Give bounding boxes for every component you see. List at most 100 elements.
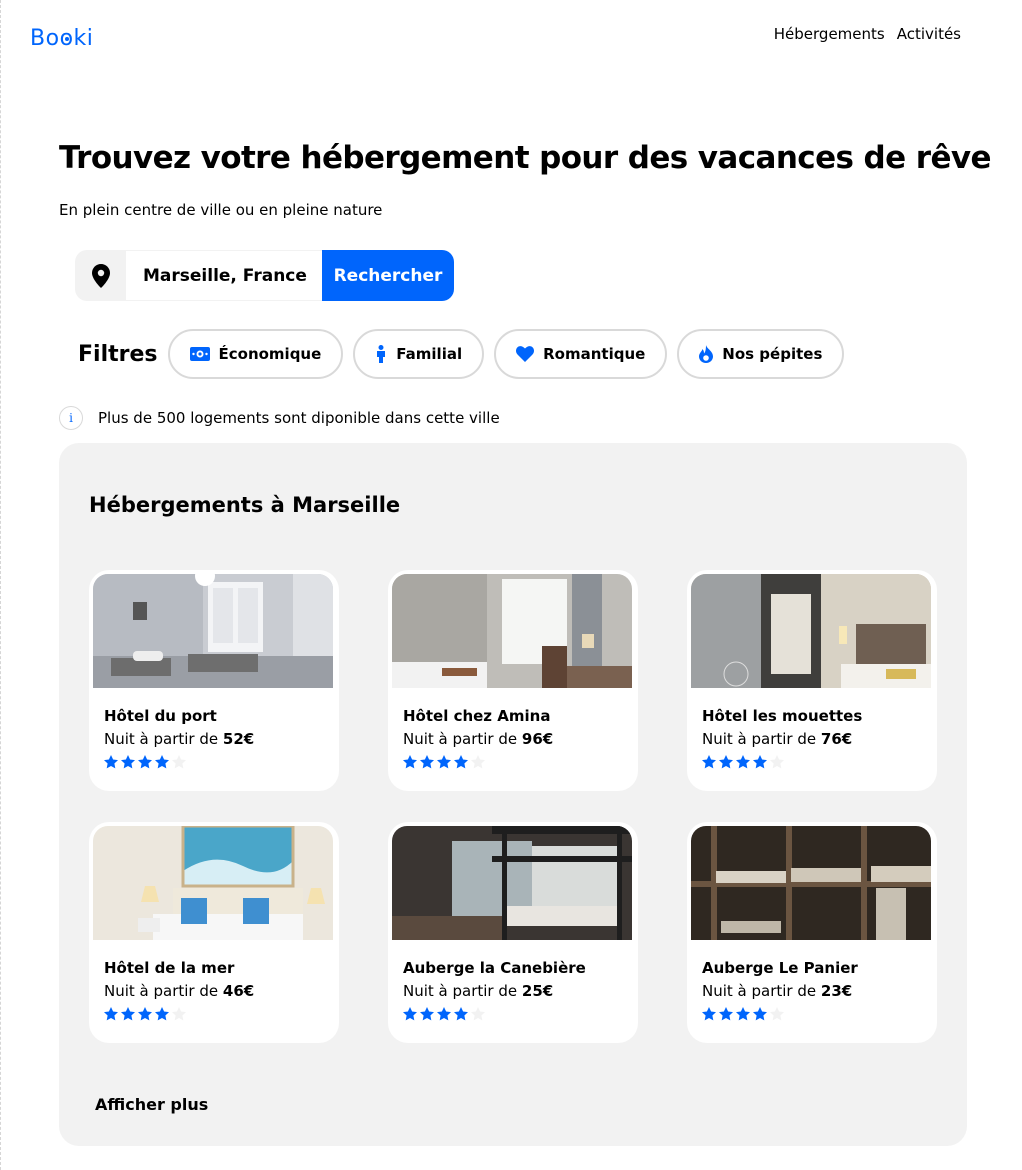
price-prefix: Nuit à partir de (702, 982, 821, 1000)
star-filled-icon (753, 1007, 767, 1021)
listing-card-name: Auberge la Canebière (403, 959, 586, 977)
nav-link-activites[interactable]: Activités (897, 25, 961, 43)
listing-section: Hébergements à Marseille Hôtel du port N… (59, 443, 967, 1146)
price-value: 52€ (222, 730, 255, 748)
price-prefix: Nuit à partir de (403, 982, 522, 1000)
star-empty-icon (172, 1007, 186, 1021)
listing-card[interactable]: Auberge la Canebière Nuit à partir de 25… (388, 822, 638, 1043)
nav-link-hebergements[interactable]: Hébergements (774, 25, 885, 43)
listing-photo (691, 826, 931, 940)
star-filled-icon (403, 1007, 417, 1021)
person-icon (377, 345, 386, 363)
star-empty-icon (770, 755, 784, 769)
site-header: Booki Hébergements Activités (0, 0, 1022, 80)
info-icon: i (59, 406, 83, 430)
star-filled-icon (121, 755, 135, 769)
page-subtitle: En plein centre de ville ou en pleine na… (59, 201, 383, 219)
star-filled-icon (420, 1007, 434, 1021)
rating-stars (104, 1007, 186, 1021)
listing-card-price: Nuit à partir de 52€ (104, 730, 254, 748)
star-filled-icon (420, 755, 434, 769)
price-prefix: Nuit à partir de (104, 982, 223, 1000)
page-edge (0, 0, 1, 1170)
info-banner: i Plus de 500 logements sont diponible d… (59, 406, 500, 430)
listing-photo (392, 574, 632, 688)
listing-title: Hébergements à Marseille (89, 493, 401, 517)
star-filled-icon (702, 1007, 716, 1021)
info-text: Plus de 500 logements sont diponible dan… (98, 409, 500, 427)
heart-icon (516, 346, 535, 362)
price-value: 96€ (521, 730, 554, 748)
listing-card-name: Hôtel les mouettes (702, 707, 863, 725)
rating-stars (403, 755, 485, 769)
listing-card-name: Hôtel de la mer (104, 959, 235, 977)
star-filled-icon (104, 755, 118, 769)
listing-card[interactable]: Hôtel du port Nuit à partir de 52€ (89, 570, 339, 791)
flame-icon (699, 345, 714, 363)
star-filled-icon (719, 1007, 733, 1021)
listing-card[interactable]: Hôtel de la mer Nuit à partir de 46€ (89, 822, 339, 1043)
filter-chip-label: Économique (218, 345, 322, 363)
filter-chip-nos-pepites[interactable]: Nos pépites (677, 329, 845, 379)
money-icon (189, 347, 210, 361)
star-filled-icon (719, 755, 733, 769)
show-more-button[interactable]: Afficher plus (95, 1095, 208, 1114)
search-input[interactable]: Marseille, France (126, 250, 322, 301)
star-filled-icon (138, 755, 152, 769)
star-filled-icon (121, 1007, 135, 1021)
listing-card-price: Nuit à partir de 76€ (702, 730, 852, 748)
filter-chip-label: Nos pépites (722, 345, 823, 363)
price-value: 46€ (222, 982, 255, 1000)
listing-card[interactable]: Hôtel les mouettes Nuit à partir de 76€ (687, 570, 937, 791)
listing-card-price: Nuit à partir de 25€ (403, 982, 553, 1000)
filter-chip-label: Romantique (543, 345, 646, 363)
booki-logo[interactable]: Booki (30, 26, 93, 51)
star-filled-icon (454, 1007, 468, 1021)
price-prefix: Nuit à partir de (403, 730, 522, 748)
map-pin-icon (75, 250, 126, 301)
price-prefix: Nuit à partir de (702, 730, 821, 748)
star-filled-icon (702, 755, 716, 769)
star-filled-icon (437, 1007, 451, 1021)
star-filled-icon (753, 755, 767, 769)
search-button[interactable]: Rechercher (322, 250, 454, 301)
price-value: 23€ (820, 982, 853, 1000)
listing-card[interactable]: Hôtel chez Amina Nuit à partir de 96€ (388, 570, 638, 791)
star-filled-icon (736, 755, 750, 769)
star-empty-icon (172, 755, 186, 769)
star-empty-icon (471, 755, 485, 769)
star-empty-icon (770, 1007, 784, 1021)
filter-chip-familial[interactable]: Familial (353, 329, 485, 379)
listing-card[interactable]: Auberge Le Panier Nuit à partir de 23€ (687, 822, 937, 1043)
page-title: Trouvez votre hébergement pour des vacan… (59, 140, 992, 176)
listing-photo (691, 574, 931, 688)
listing-card-price: Nuit à partir de 46€ (104, 982, 254, 1000)
listing-card-price: Nuit à partir de 96€ (403, 730, 553, 748)
listing-photo (93, 826, 333, 940)
star-filled-icon (155, 1007, 169, 1021)
main-nav: Hébergements Activités (774, 25, 961, 43)
search-bar: Marseille, France Rechercher (75, 250, 454, 301)
star-filled-icon (403, 755, 417, 769)
rating-stars (702, 1007, 784, 1021)
listing-card-name: Auberge Le Panier (702, 959, 858, 977)
listing-card-price: Nuit à partir de 23€ (702, 982, 852, 1000)
listing-photo (392, 826, 632, 940)
star-filled-icon (138, 1007, 152, 1021)
rating-stars (702, 755, 784, 769)
price-value: 25€ (521, 982, 554, 1000)
star-filled-icon (104, 1007, 118, 1021)
filter-chip-romantique[interactable]: Romantique (494, 329, 668, 379)
star-filled-icon (454, 755, 468, 769)
filters-label: Filtres (78, 341, 158, 367)
star-filled-icon (155, 755, 169, 769)
filters-bar: Filtres Économique Familial Romantique N… (78, 329, 854, 379)
star-filled-icon (736, 1007, 750, 1021)
filter-chip-label: Familial (396, 345, 463, 363)
filter-chip-economique[interactable]: Économique (167, 329, 344, 379)
star-empty-icon (471, 1007, 485, 1021)
star-filled-icon (437, 755, 451, 769)
listing-photo (93, 574, 333, 688)
listing-card-name: Hôtel chez Amina (403, 707, 551, 725)
listing-card-name: Hôtel du port (104, 707, 217, 725)
